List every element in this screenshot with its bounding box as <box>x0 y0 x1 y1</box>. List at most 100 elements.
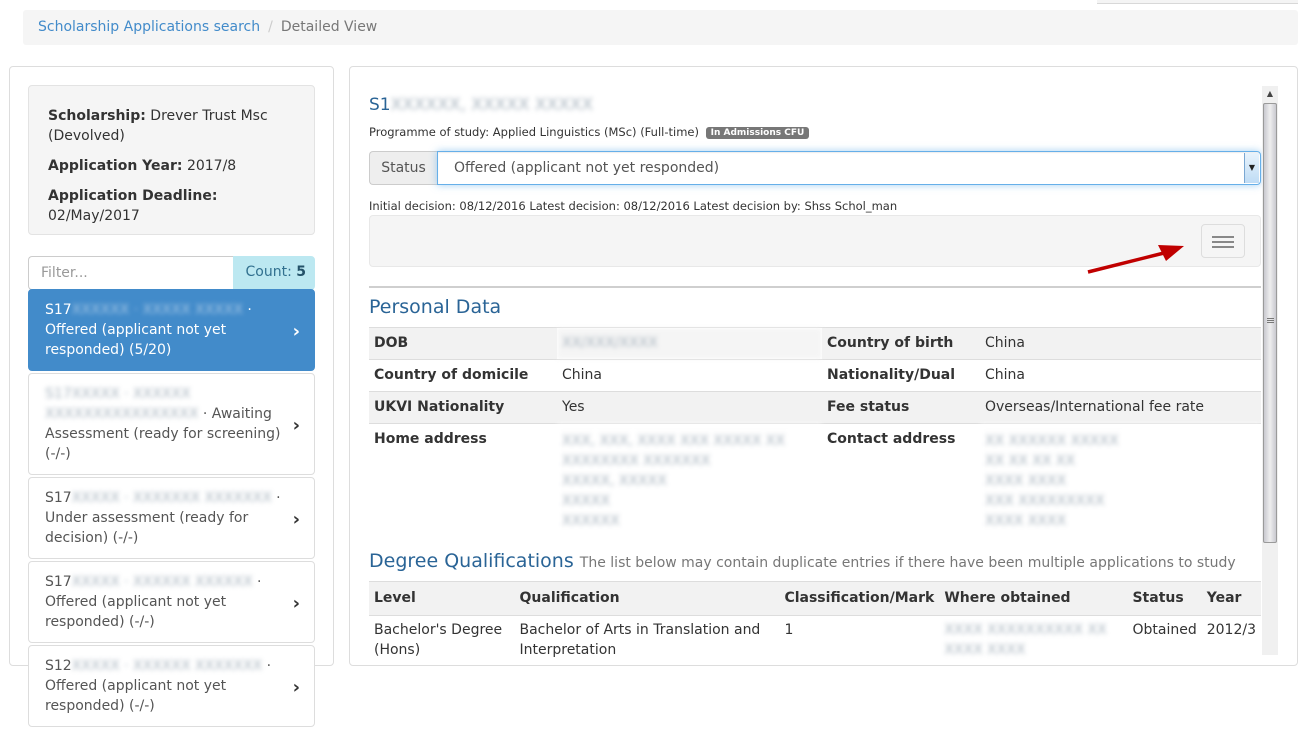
address-line: XXXXX <box>562 493 610 509</box>
application-redacted-name: XXXXX · XXXXXX XXXXXX <box>71 574 253 590</box>
programme-value: Applied Linguistics (MSc) (Full-time) <box>492 125 699 139</box>
application-id-prefix: S17 <box>45 574 72 590</box>
field-label: Country of domicile <box>369 359 557 392</box>
annotation-arrow-shaft <box>1087 251 1165 274</box>
scholarship-info: Scholarship: Drever Trust Msc (Devolved)… <box>28 85 315 235</box>
application-redacted-name: XXXXXX · XXXXX XXXXX <box>71 302 243 318</box>
chevron-right-icon: › <box>292 415 300 436</box>
application-redacted-name: S17XXXXX · XXXXXX XXXXXXXXXXXXXXXX <box>45 386 199 422</box>
chevron-right-icon: › <box>292 677 300 698</box>
application-list-item[interactable]: S17XXXXX · XXXXXXX XXXXXXX · Under asses… <box>28 477 315 559</box>
qualification-cell: Bachelor of Arts in Translation and Inte… <box>514 615 780 664</box>
address-line: XXXXXX <box>562 513 620 529</box>
application-deadline-value: 02/May/2017 <box>48 208 140 224</box>
application-year-value: 2017/8 <box>186 158 237 174</box>
status-selected-value: Offered (applicant not yet responded) <box>454 160 720 176</box>
application-list-item[interactable]: S17XXXXXX · XXXXX XXXXX · Offered (appli… <box>28 289 315 371</box>
breadcrumb: Scholarship Applications search / Detailed… <box>23 10 1298 45</box>
applicant-id-prefix: S1 <box>369 95 391 115</box>
address-line: XXX, XXX, XXXX XXX XXXXX XX <box>562 433 785 449</box>
address-line: XX XX XX XX <box>985 453 1076 469</box>
status-select[interactable]: Offered (applicant not yet responded) ▼ <box>437 151 1261 185</box>
hamburger-icon-line <box>1212 246 1234 248</box>
address-line: XXX XXXXXXXXX <box>985 493 1105 509</box>
field-value: China <box>557 359 822 392</box>
table-row: UKVI Nationality Yes Fee status Overseas… <box>369 391 1261 424</box>
programme-label: Programme of study: <box>369 125 490 139</box>
column-header: Qualification <box>514 581 780 616</box>
status-label: Status <box>369 151 437 185</box>
field-value: China <box>980 327 1261 360</box>
annotation-arrow-icon <box>1087 245 1184 274</box>
dropdown-arrow-icon[interactable]: ▼ <box>1244 153 1259 183</box>
field-label: Fee status <box>822 391 980 424</box>
hamburger-icon-line <box>1212 241 1234 243</box>
column-header: Classification/Mark <box>779 581 940 616</box>
application-id-prefix: S17 <box>45 490 72 506</box>
degree-qualifications-title: Degree Qualifications <box>369 550 574 572</box>
application-list-item[interactable]: S12XXXXX · XXXXXX XXXXXXX · Offered (app… <box>28 645 315 727</box>
degree-qualifications-table: Level Qualification Classification/Mark … <box>369 581 1261 664</box>
application-list-item[interactable]: S17XXXXX · XXXXXX XXXXXX · Offered (appl… <box>28 561 315 643</box>
address-line: XXXX XXXX <box>985 473 1067 489</box>
admissions-badge: In Admissions CFU <box>705 127 810 139</box>
home-address-label: Home address <box>369 423 557 538</box>
applicant-redacted-name: XXXXXX, XXXXX XXXXX <box>390 95 594 115</box>
table-row: Bachelor's Degree (Hons) Bachelor of Art… <box>369 615 1261 664</box>
table-row: Home address XXX, XXX, XXXX XXX XXXXX XX… <box>369 423 1261 538</box>
column-header: Where obtained <box>939 581 1128 616</box>
count-value: 5 <box>296 264 306 280</box>
scroll-thumb[interactable] <box>1263 103 1277 543</box>
degree-qualifications-heading: Degree Qualifications The list below may… <box>369 550 1236 572</box>
table-row: Country of domicile China Nationality/Du… <box>369 359 1261 392</box>
year-cell: 2012/3 <box>1201 615 1261 664</box>
where-obtained-cell: XXXX XXXXXXXXXX XX XXXX XXXX <box>939 615 1128 664</box>
field-value: XX/XXX/XXXX <box>557 327 822 360</box>
address-line: XX XXXXXX XXXXX <box>985 433 1119 449</box>
detail-scrollbar[interactable]: ▲ <box>1262 86 1278 655</box>
chevron-right-icon: › <box>292 593 300 614</box>
field-value: China <box>980 359 1261 392</box>
table-header-row: Level Qualification Classification/Mark … <box>369 581 1261 616</box>
address-line: XXXXXXXX XXXXXXX <box>562 453 711 469</box>
application-list-item[interactable]: S17XXXXX · XXXXXX XXXXXXXXXXXXXXXX · Awa… <box>28 373 315 475</box>
application-deadline-label: Application Deadline: <box>48 188 218 204</box>
applications-sidebar: Scholarship: Drever Trust Msc (Devolved)… <box>9 66 334 727</box>
breadcrumb-separator: / <box>268 19 273 35</box>
count-badge: Count: 5 <box>233 256 315 290</box>
filter-group: Count: 5 <box>28 256 315 290</box>
field-label: UKVI Nationality <box>369 391 557 424</box>
field-label: Nationality/Dual <box>822 359 980 392</box>
top-tab-edge <box>1097 0 1298 4</box>
column-header: Level <box>369 581 515 616</box>
contact-address-value: XX XXXXXX XXXXX XX XX XX XX XXXX XXXX XX… <box>980 423 1261 538</box>
actions-menu-button[interactable] <box>1201 224 1245 258</box>
hamburger-icon <box>1212 236 1234 238</box>
decision-info: Initial decision: 08/12/2016 Latest deci… <box>369 199 898 213</box>
table-row: DOB XX/XXX/XXXX Country of birth China <box>369 327 1261 360</box>
scholarship-label: Scholarship: <box>48 108 146 124</box>
breadcrumb-link-search[interactable]: Scholarship Applications search <box>38 19 260 35</box>
home-address-value: XXX, XXX, XXXX XXX XXXXX XX XXXXXXXX XXX… <box>557 423 822 538</box>
filter-input[interactable] <box>28 256 233 290</box>
divider <box>369 286 1261 288</box>
application-list: S17XXXXXX · XXXXX XXXXX · Offered (appli… <box>28 289 315 729</box>
application-id-prefix: S17 <box>45 302 72 318</box>
personal-data-table: DOB XX/XXX/XXXX Country of birth China C… <box>369 327 1261 538</box>
application-redacted-name: XXXXX · XXXXXXX XXXXXXX <box>71 490 272 506</box>
personal-data-heading: Personal Data <box>369 296 502 318</box>
scroll-up-arrow-icon[interactable]: ▲ <box>1262 86 1278 102</box>
programme-of-study: Programme of study: Applied Linguistics … <box>369 125 810 139</box>
application-redacted-name: XXXXX · XXXXXX XXXXXXX <box>71 658 263 674</box>
count-label: Count: <box>245 264 292 280</box>
column-header: Year <box>1201 581 1261 616</box>
chevron-right-icon: › <box>292 509 300 530</box>
status-cell: Obtained <box>1127 615 1202 664</box>
status-group: Status Offered (applicant not yet respon… <box>369 151 1261 185</box>
breadcrumb-current: Detailed View <box>280 19 378 35</box>
field-label: Country of birth <box>822 327 980 360</box>
field-label: DOB <box>369 327 557 360</box>
chevron-right-icon: › <box>292 321 300 342</box>
grip-icon <box>1267 318 1274 319</box>
level-cell: Bachelor's Degree (Hons) <box>369 615 515 664</box>
